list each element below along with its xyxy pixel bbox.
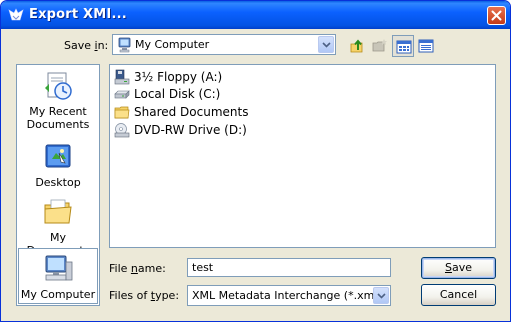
export-xmi-dialog: Export XMI... Save in: My Computer My Re… — [0, 0, 511, 322]
file-name-input[interactable] — [188, 259, 390, 276]
save-in-value: My Computer — [135, 38, 210, 51]
up-folder-icon — [350, 39, 363, 53]
file-type-value: XML Metadata Interchange (*.xmi) — [192, 289, 382, 302]
save-button[interactable]: Save — [421, 257, 496, 279]
file-type-label: Files of type: — [109, 289, 179, 302]
place-my-documents[interactable]: My Documents — [19, 196, 97, 257]
my-computer-icon — [45, 255, 73, 281]
file-name: 3½ Floppy (A:) — [134, 70, 223, 84]
file-name-label-part: File — [109, 262, 131, 275]
file-type-label-part: Files of — [109, 289, 151, 302]
tools-menu-button[interactable] — [415, 35, 437, 57]
save-in-dropdown[interactable]: My Computer — [112, 34, 336, 55]
file-name-field[interactable] — [187, 258, 391, 277]
up-one-level-button[interactable] — [346, 35, 368, 57]
close-button[interactable] — [487, 6, 506, 25]
view-menu-icon — [396, 40, 412, 54]
file-name-label: File name: — [109, 262, 166, 275]
places-bar: My Recent Documents Desktop My Documents — [16, 64, 100, 306]
folder-icon — [114, 106, 130, 119]
save-in-dropdown-button[interactable] — [318, 36, 334, 53]
file-name: Shared Documents — [134, 105, 249, 119]
place-label: My Recent Documents — [26, 105, 90, 131]
file-name: Local Disk (C:) — [134, 87, 221, 101]
title-bar[interactable]: Export XMI... — [1, 1, 510, 29]
details-view-icon — [418, 39, 434, 53]
file-type-dropdown[interactable]: XML Metadata Interchange (*.xmi) — [187, 285, 391, 306]
file-type-label-part: ype: — [155, 289, 180, 302]
close-icon — [491, 10, 502, 21]
desktop-icon — [45, 144, 71, 168]
place-label: Desktop — [35, 176, 81, 189]
save-in-label-part: Save — [64, 39, 95, 52]
floppy-drive-icon — [114, 69, 130, 85]
my-documents-icon — [44, 199, 72, 224]
hard-disk-icon — [114, 90, 130, 99]
new-folder-icon — [372, 39, 387, 52]
file-name-label-part: ame: — [137, 262, 166, 275]
file-type-dropdown-button[interactable] — [373, 287, 389, 304]
save-button-accel: S — [444, 261, 452, 274]
new-folder-button[interactable] — [369, 35, 391, 57]
save-in-label-part: n: — [97, 39, 109, 52]
place-label: My Computer — [20, 288, 96, 301]
place-my-recent-documents[interactable]: My Recent Documents — [19, 70, 97, 132]
save-in-label: Save in: — [64, 39, 108, 52]
file-name-label-accel: n — [130, 262, 138, 275]
my-computer-icon — [118, 37, 131, 53]
place-my-computer[interactable]: My Computer — [18, 248, 98, 304]
file-name: DVD-RW Drive (D:) — [134, 123, 247, 137]
chevron-down-icon — [322, 42, 331, 48]
file-list[interactable]: 3½ Floppy (A:) Local Disk (C:) Shared Do… — [109, 64, 496, 248]
views-menu-button[interactable] — [392, 35, 414, 57]
window-title: Export XMI... — [29, 7, 127, 22]
chevron-down-icon — [377, 293, 386, 299]
my-recent-documents-icon — [45, 72, 72, 100]
app-icon — [8, 8, 24, 21]
place-desktop[interactable]: Desktop — [19, 141, 97, 189]
save-button-label: ave — [451, 261, 472, 274]
dvd-drive-icon — [114, 123, 130, 138]
cancel-button[interactable]: Cancel — [421, 284, 496, 306]
